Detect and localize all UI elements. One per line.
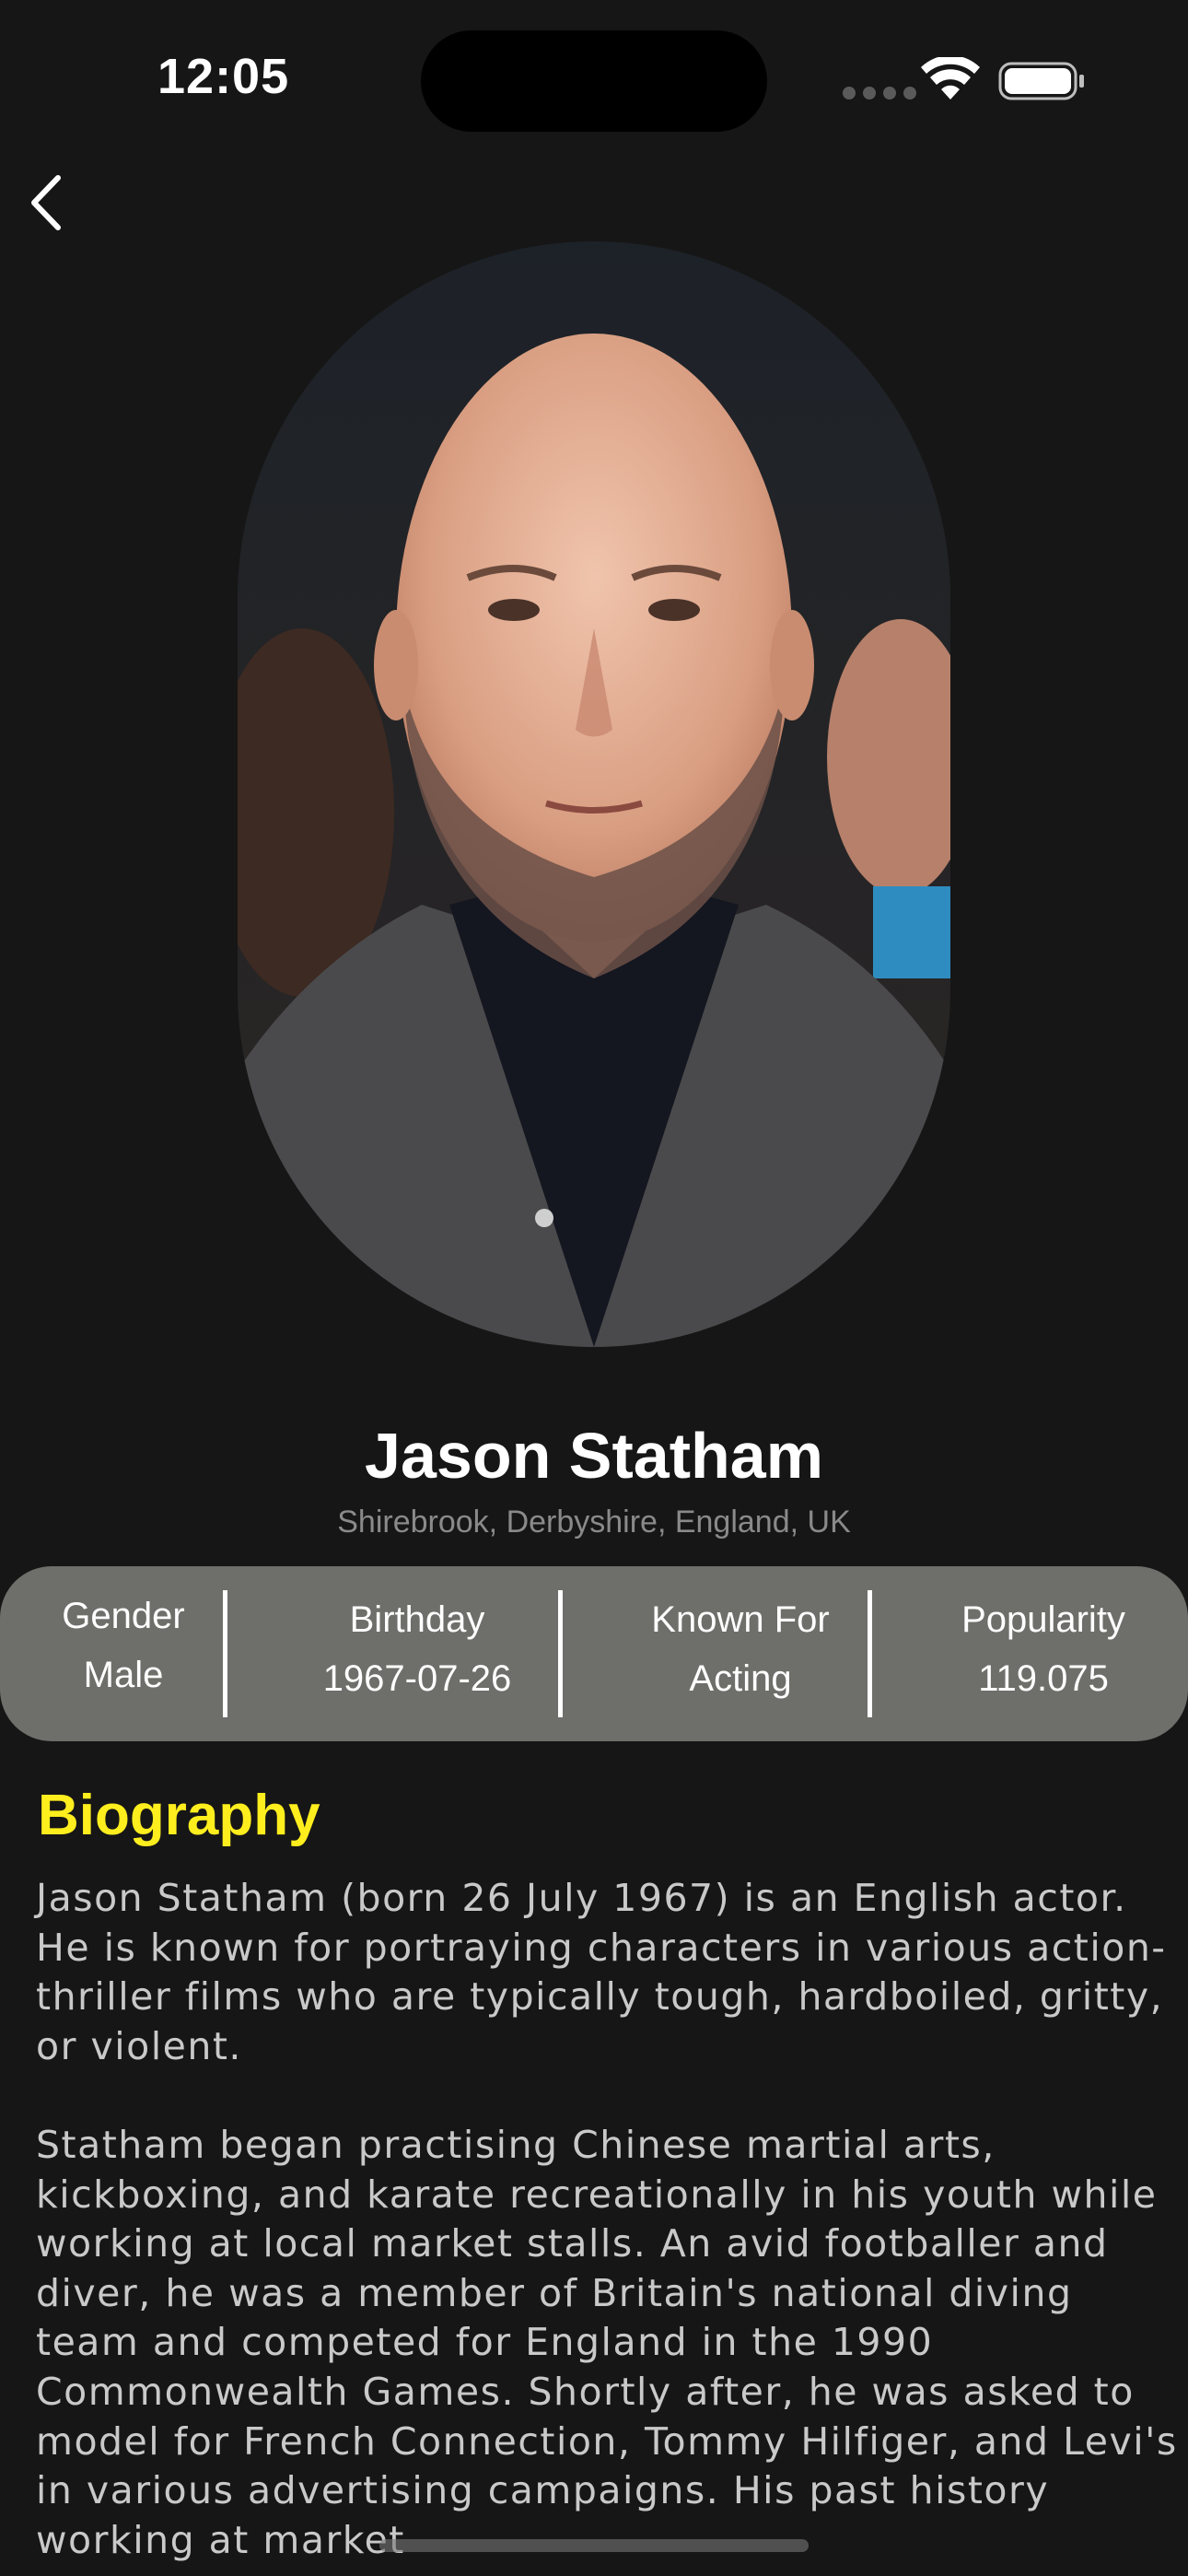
- stat-gender: Gender Male: [44, 1587, 203, 1704]
- stat-value: Male: [83, 1655, 164, 1695]
- chevron-left-icon: [31, 175, 61, 230]
- divider: [223, 1590, 227, 1717]
- stat-birthday: Birthday 1967-07-26: [276, 1590, 558, 1708]
- battery-icon: [998, 62, 1084, 100]
- dynamic-island: [421, 30, 767, 132]
- home-indicator: [379, 2539, 809, 2552]
- stats-bar: Gender Male Birthday 1967-07-26 Known Fo…: [0, 1566, 1188, 1741]
- stat-value: 1967-07-26: [322, 1658, 512, 1699]
- wifi-icon: [921, 57, 980, 100]
- actor-name: Jason Statham: [365, 1420, 823, 1492]
- stat-popularity: Popularity 119.075: [921, 1590, 1166, 1708]
- biography-text: Jason Statham (born 26 July 1967) is an …: [36, 1876, 1178, 2562]
- stat-label: Gender: [62, 1596, 185, 1636]
- stat-label: Popularity: [961, 1599, 1125, 1640]
- stat-label: Known For: [651, 1599, 830, 1640]
- divider: [558, 1590, 563, 1717]
- stat-value: Acting: [689, 1658, 792, 1699]
- divider: [868, 1590, 872, 1717]
- cellular-signal-icon: [843, 87, 916, 100]
- stat-label: Birthday: [349, 1599, 485, 1640]
- stat-known-for: Known For Acting: [619, 1590, 862, 1708]
- profile-photo: [238, 241, 950, 1347]
- status-time: 12:05: [157, 49, 290, 104]
- stat-value: 119.075: [978, 1658, 1109, 1699]
- biography-heading: Biography: [38, 1784, 320, 1847]
- back-button[interactable]: [13, 166, 77, 240]
- birthplace: Shirebrook, Derbyshire, England, UK: [337, 1505, 851, 1540]
